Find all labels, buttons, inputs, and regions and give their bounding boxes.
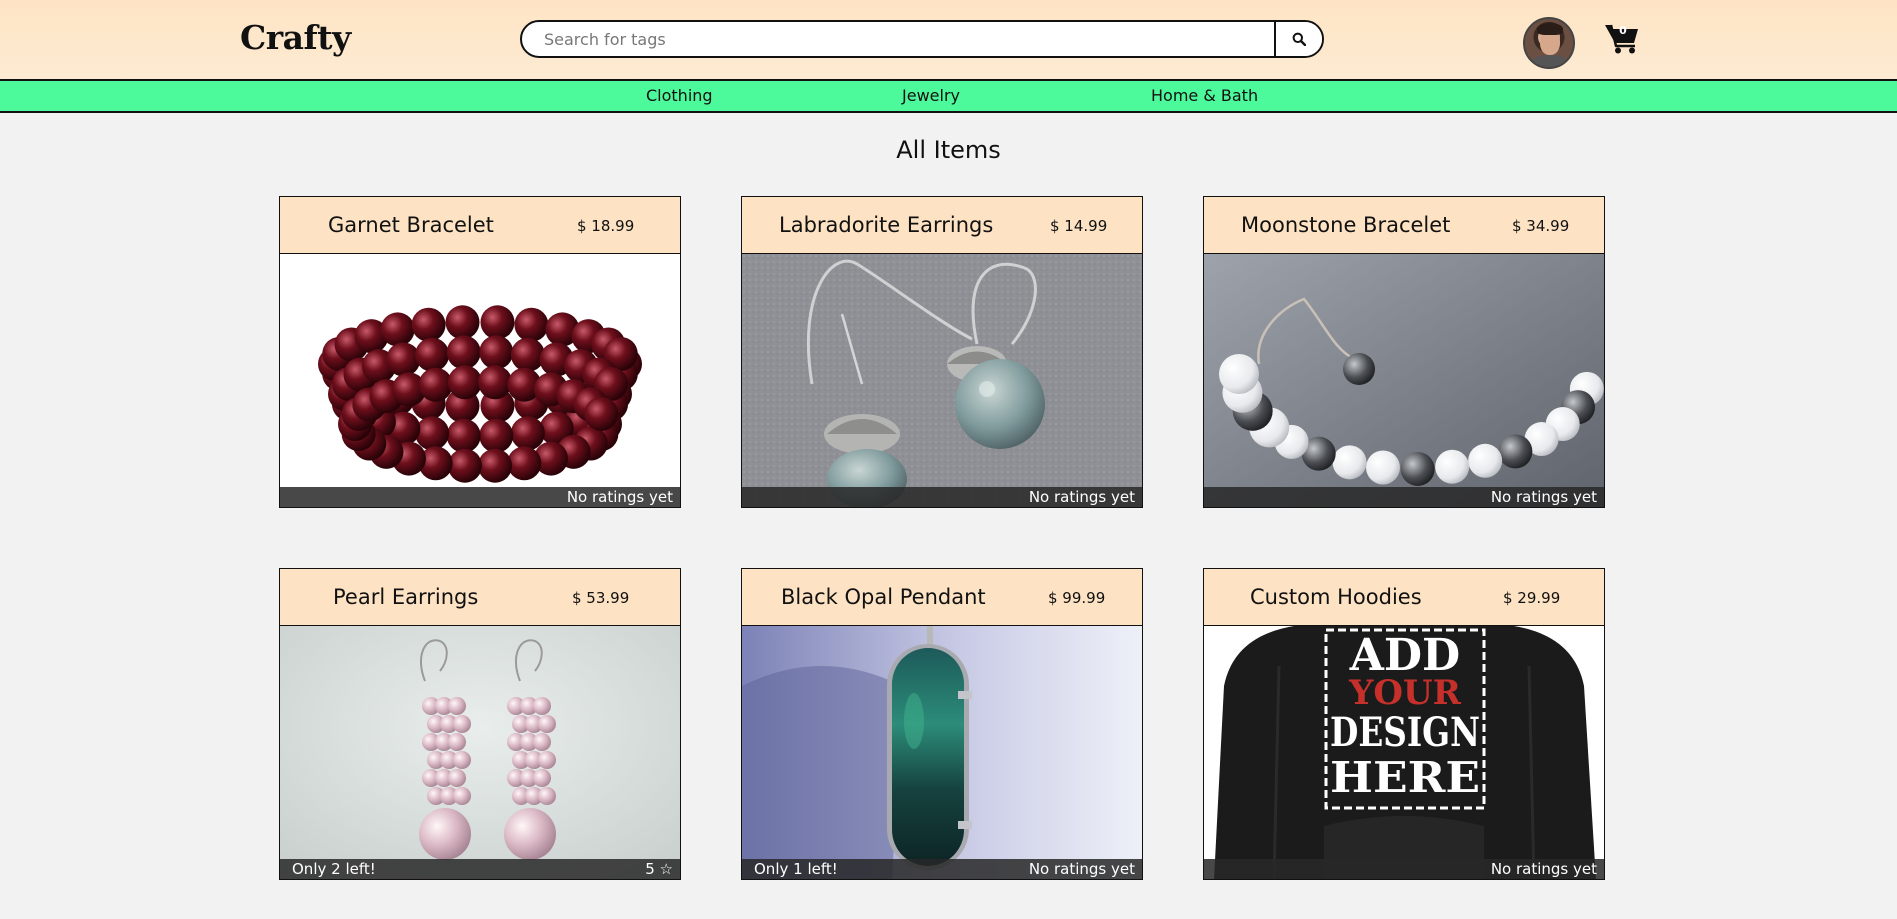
product-card[interactable]: Pearl Earrings $ 53.99 Only 2 left! 5 ☆ [279,568,681,880]
product-card[interactable]: Black Opal Pendant $ 99.99 Only 1 left! … [741,568,1143,880]
cart-button[interactable]: 0 [1604,22,1640,54]
site-header: Crafty 0 [0,0,1897,79]
product-card-header: Moonstone Bracelet $ 34.99 [1204,197,1604,254]
product-price: $ 53.99 [572,589,630,607]
moonstone-bracelet-image [1204,254,1604,507]
product-name: Black Opal Pendant [781,585,986,609]
rating-label: 5 ☆ [645,860,673,878]
product-price: $ 29.99 [1503,589,1561,607]
product-card-header: Garnet Bracelet $ 18.99 [280,197,680,254]
product-name: Labradorite Earrings [779,213,994,237]
product-card-footer: Only 2 left! 5 ☆ [280,859,680,879]
product-name: Moonstone Bracelet [1241,213,1451,237]
product-card[interactable]: Labradorite Earrings $ 14.99 No ratings … [741,196,1143,508]
hoodie-print-line-3: DESIGN [1330,709,1480,756]
product-card[interactable]: Moonstone Bracelet $ 34.99 No ratings ye… [1203,196,1605,508]
product-card[interactable]: Custom Hoodies $ 29.99 ADD YOUR DESIGN H… [1203,568,1605,880]
product-name: Custom Hoodies [1250,585,1422,609]
search-input[interactable] [522,22,1277,56]
product-card-header: Labradorite Earrings $ 14.99 [742,197,1142,254]
product-card-footer: Only 1 left! No ratings yet [742,859,1142,879]
product-card-header: Pearl Earrings $ 53.99 [280,569,680,626]
stock-label: Only 1 left! [754,860,838,878]
product-card-footer: No ratings yet [280,487,680,507]
nav-item-clothing[interactable]: Clothing [646,86,713,105]
product-card-header: Black Opal Pendant $ 99.99 [742,569,1142,626]
nav-item-jewelry[interactable]: Jewelry [902,86,960,105]
product-card[interactable]: Garnet Bracelet $ 18.99 No ratings yet [279,196,681,508]
user-avatar[interactable] [1523,17,1575,69]
pearl-earrings-image [280,626,680,879]
product-price: $ 14.99 [1050,217,1108,235]
hoodie-print-line-4: HERE [1330,753,1480,802]
rating-label: No ratings yet [1028,860,1135,878]
search-bar [520,20,1324,58]
product-name: Garnet Bracelet [328,213,494,237]
product-card-footer: No ratings yet [742,487,1142,507]
labradorite-earrings-image [742,254,1142,507]
custom-hoodie-image: ADD YOUR DESIGN HERE [1204,626,1604,879]
page-title: All Items [896,136,1001,164]
product-price: $ 34.99 [1512,217,1570,235]
stock-label: Only 2 left! [292,860,376,878]
product-price: $ 18.99 [577,217,635,235]
product-card-footer: No ratings yet [1204,859,1604,879]
category-nav: Clothing Jewelry Home & Bath [0,79,1897,113]
product-card-header: Custom Hoodies $ 29.99 [1204,569,1604,626]
rating-label: No ratings yet [1028,488,1135,506]
black-opal-pendant-image [742,626,1142,879]
product-name: Pearl Earrings [333,585,479,609]
garnet-bracelet-image [280,254,680,507]
hoodie-print-line-2: YOUR [1348,673,1462,713]
search-icon [1292,32,1306,46]
product-card-footer: No ratings yet [1204,487,1604,507]
nav-item-home-bath[interactable]: Home & Bath [1151,86,1258,105]
cart-count-badge: 0 [1619,24,1627,37]
product-price: $ 99.99 [1048,589,1106,607]
rating-label: No ratings yet [566,488,673,506]
search-button[interactable] [1274,22,1322,56]
rating-label: No ratings yet [1490,488,1597,506]
rating-label: No ratings yet [1490,860,1597,878]
site-logo[interactable]: Crafty [240,18,351,57]
